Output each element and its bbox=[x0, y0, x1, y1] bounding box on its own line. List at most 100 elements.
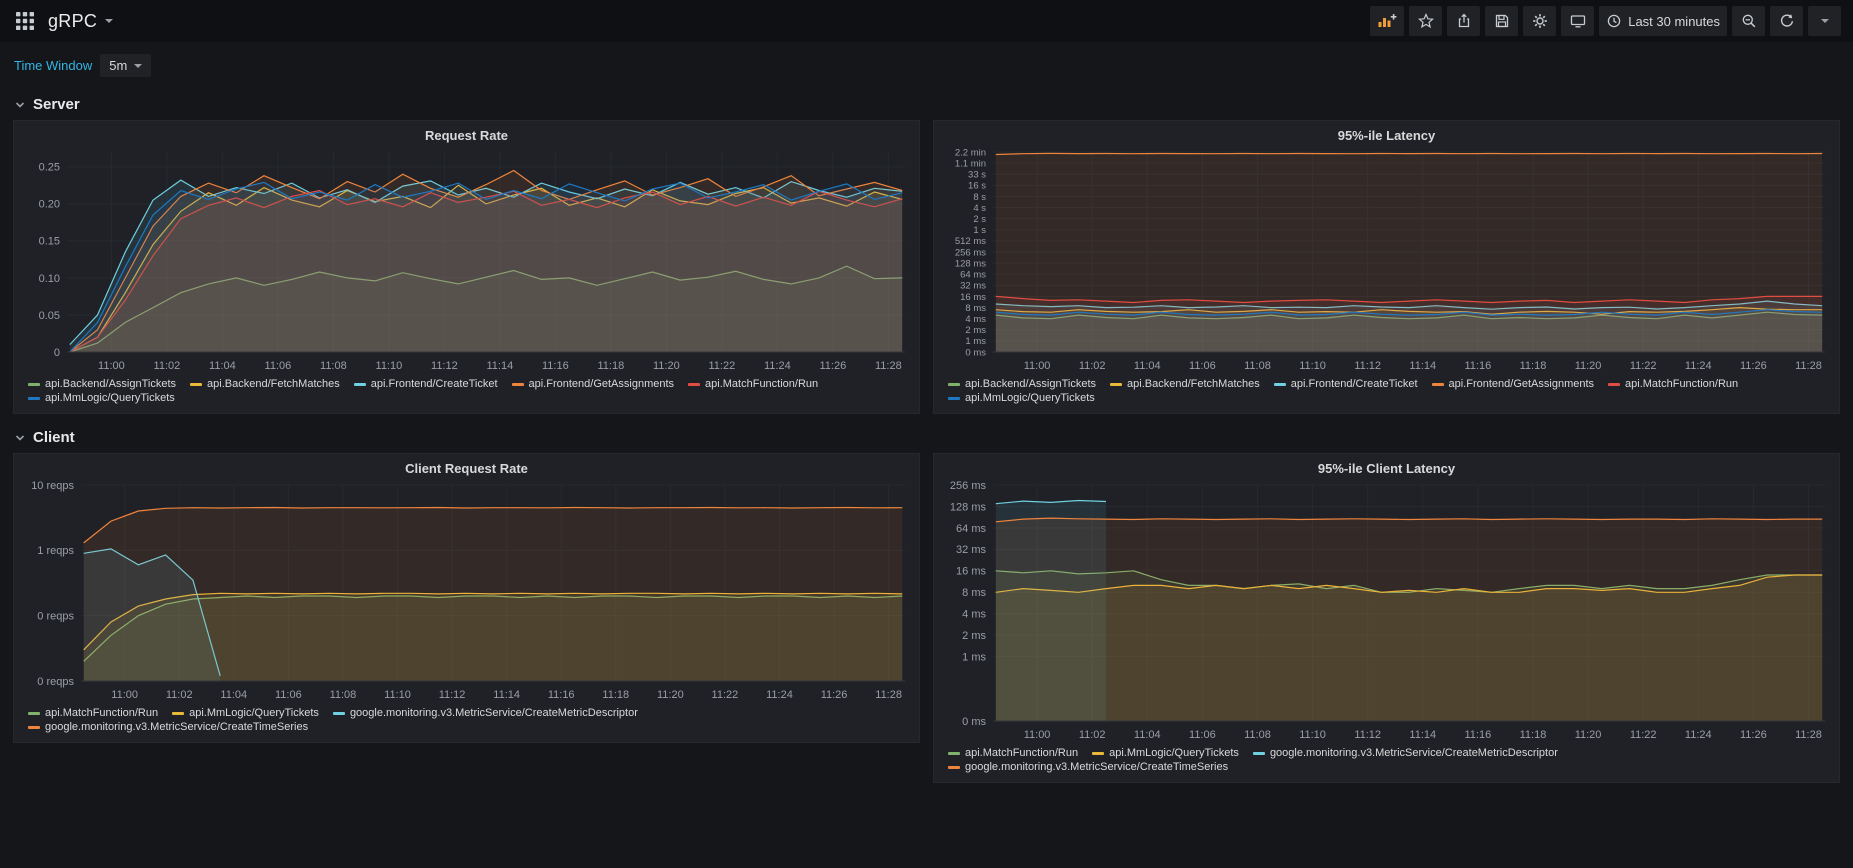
legend-item[interactable]: api.MmLogic/QueryTickets bbox=[28, 392, 175, 404]
panel-title[interactable]: 95%-ile Latency bbox=[934, 121, 1839, 146]
chevron-down-icon bbox=[134, 63, 143, 68]
svg-text:16 ms: 16 ms bbox=[956, 566, 986, 578]
legend-series-name: api.Backend/AssignTickets bbox=[965, 378, 1097, 390]
legend-item[interactable]: api.Frontend/GetAssignments bbox=[511, 378, 674, 390]
svg-text:512 ms: 512 ms bbox=[954, 236, 985, 247]
legend-item[interactable]: api.Frontend/CreateTicket bbox=[1273, 378, 1418, 390]
svg-text:11:06: 11:06 bbox=[264, 360, 291, 372]
settings-button[interactable] bbox=[1523, 6, 1557, 36]
svg-text:11:24: 11:24 bbox=[766, 689, 793, 701]
dashboard-grid-menu-button[interactable] bbox=[12, 8, 38, 34]
legend-item[interactable]: google.monitoring.v3.MetricService/Creat… bbox=[1252, 747, 1558, 759]
cycle-view-button[interactable] bbox=[1561, 6, 1595, 36]
panel-request-rate: Request Rate 11:00 11:02 11:04 11:06 11:08 11… bbox=[13, 120, 920, 414]
client-latency-chart[interactable]: 11:00 11:02 11:04 11:06 11:08 11:10 11:12 11:14… bbox=[941, 479, 1833, 745]
refresh-interval-dropdown-button[interactable] bbox=[1808, 6, 1841, 36]
svg-text:2 ms: 2 ms bbox=[965, 325, 986, 336]
legend-series-swatch bbox=[1092, 751, 1105, 755]
svg-text:11:20: 11:20 bbox=[653, 360, 680, 372]
chevron-down-icon bbox=[1820, 19, 1829, 23]
svg-text:1 ms: 1 ms bbox=[965, 336, 986, 347]
legend-item[interactable]: api.Frontend/CreateTicket bbox=[353, 378, 498, 390]
svg-text:11:06: 11:06 bbox=[1189, 729, 1216, 741]
refresh-icon bbox=[1780, 14, 1793, 27]
legend-item[interactable]: api.Backend/AssignTickets bbox=[948, 378, 1096, 390]
legend-series-swatch bbox=[511, 382, 524, 386]
legend-series-name: api.MmLogic/QueryTickets bbox=[45, 392, 175, 404]
legend-item[interactable]: api.Backend/FetchMatches bbox=[190, 378, 340, 390]
legend-series-name: api.MmLogic/QueryTickets bbox=[189, 707, 319, 719]
legend-item[interactable]: api.Backend/AssignTickets bbox=[28, 378, 176, 390]
legend-item[interactable]: api.MmLogic/QueryTickets bbox=[172, 707, 319, 719]
client-request-rate-chart[interactable]: 11:00 11:02 11:04 11:06 11:08 11:10 11:12 11:14… bbox=[21, 479, 913, 705]
legend-item[interactable]: api.MatchFunction/Run bbox=[1608, 378, 1738, 390]
svg-text:0.15: 0.15 bbox=[38, 236, 59, 248]
row-header-server[interactable]: Server bbox=[13, 89, 1840, 120]
svg-text:11:18: 11:18 bbox=[602, 689, 629, 701]
request-rate-chart[interactable]: 11:00 11:02 11:04 11:06 11:08 11:10 11:12 11:14… bbox=[21, 146, 913, 376]
latency-chart[interactable]: 11:00 11:02 11:04 11:06 11:08 11:10 11:12 11:14… bbox=[941, 146, 1833, 376]
save-button[interactable] bbox=[1485, 6, 1519, 36]
time-window-variable-select[interactable]: 5m bbox=[100, 54, 152, 77]
svg-text:11:22: 11:22 bbox=[1629, 360, 1656, 372]
star-button[interactable] bbox=[1409, 6, 1443, 36]
share-button[interactable] bbox=[1447, 6, 1481, 36]
dashboard-body: Server Request Rate 11:00 11:02 11:04 11:06… bbox=[0, 89, 1853, 783]
legend-series-swatch bbox=[28, 725, 40, 729]
legend-item[interactable]: api.Frontend/GetAssignments bbox=[1431, 378, 1594, 390]
dashboard-title: gRPC bbox=[48, 10, 98, 31]
legend-series-swatch bbox=[948, 396, 960, 400]
legend-series-swatch bbox=[1110, 382, 1123, 386]
legend-item[interactable]: api.MatchFunction/Run bbox=[28, 707, 158, 719]
svg-text:0.20: 0.20 bbox=[38, 199, 59, 211]
clock-icon bbox=[1607, 14, 1621, 28]
svg-text:33 s: 33 s bbox=[968, 170, 986, 181]
legend-series-swatch bbox=[948, 751, 960, 755]
legend-series-swatch bbox=[688, 382, 701, 386]
save-icon bbox=[1495, 14, 1508, 28]
legend-item[interactable]: api.MmLogic/QueryTickets bbox=[948, 392, 1095, 404]
svg-text:11:26: 11:26 bbox=[1740, 729, 1767, 741]
zoom-out-button[interactable] bbox=[1732, 6, 1765, 36]
time-range-picker-button[interactable]: Last 30 minutes bbox=[1599, 6, 1727, 36]
add-panel-button[interactable] bbox=[1370, 6, 1405, 36]
legend-series-swatch bbox=[28, 711, 40, 715]
legend-series-name: google.monitoring.v3.MetricService/Creat… bbox=[45, 721, 309, 733]
svg-text:0.25: 0.25 bbox=[38, 162, 59, 174]
server-panel-row: Request Rate 11:00 11:02 11:04 11:06 11:08 11… bbox=[13, 120, 1840, 414]
svg-text:0 reqps: 0 reqps bbox=[37, 611, 74, 623]
panel-95ile-latency: 95%-ile Latency 11:00 11:02 11:04 11:06 11:0… bbox=[933, 120, 1840, 414]
legend-item[interactable]: api.Backend/FetchMatches bbox=[1110, 378, 1260, 390]
legend-series-swatch bbox=[353, 382, 366, 386]
legend-series-name: google.monitoring.v3.MetricService/Creat… bbox=[965, 761, 1229, 773]
legend-item[interactable]: api.MatchFunction/Run bbox=[688, 378, 818, 390]
legend-item[interactable]: api.MatchFunction/Run bbox=[948, 747, 1078, 759]
panel-title[interactable]: Client Request Rate bbox=[14, 454, 919, 479]
tv-monitor-icon bbox=[1570, 15, 1585, 28]
svg-text:11:14: 11:14 bbox=[486, 360, 513, 372]
legend-item[interactable]: google.monitoring.v3.MetricService/Creat… bbox=[332, 707, 638, 719]
legend-series-swatch bbox=[332, 711, 345, 715]
add-panel-icon bbox=[1378, 14, 1397, 27]
svg-text:11:22: 11:22 bbox=[1629, 729, 1656, 741]
row-header-client[interactable]: Client bbox=[13, 422, 1840, 453]
svg-text:11:16: 11:16 bbox=[1464, 729, 1491, 741]
legend-item[interactable]: google.monitoring.v3.MetricService/Creat… bbox=[28, 721, 308, 733]
legend-item[interactable]: api.MmLogic/QueryTickets bbox=[1092, 747, 1239, 759]
svg-text:8 ms: 8 ms bbox=[962, 587, 986, 599]
svg-text:11:02: 11:02 bbox=[165, 689, 192, 701]
legend-series-name: google.monitoring.v3.MetricService/Creat… bbox=[1269, 747, 1558, 759]
legend-series-swatch bbox=[1608, 382, 1621, 386]
svg-text:11:00: 11:00 bbox=[1023, 729, 1050, 741]
legend-series-name: api.MatchFunction/Run bbox=[1625, 378, 1739, 390]
refresh-button[interactable] bbox=[1770, 6, 1803, 36]
navbar: gRPC Last 30 minutes bbox=[0, 0, 1853, 42]
legend-item[interactable]: google.monitoring.v3.MetricService/Creat… bbox=[948, 761, 1228, 773]
panel-title[interactable]: 95%-ile Client Latency bbox=[934, 454, 1839, 479]
legend-series-name: api.MatchFunction/Run bbox=[45, 707, 159, 719]
svg-text:2.2 min: 2.2 min bbox=[954, 147, 985, 158]
panel-title[interactable]: Request Rate bbox=[14, 121, 919, 146]
legend-series-name: api.MmLogic/QueryTickets bbox=[1109, 747, 1239, 759]
svg-text:11:06: 11:06 bbox=[275, 689, 302, 701]
dashboard-title-dropdown[interactable]: gRPC bbox=[48, 10, 114, 32]
